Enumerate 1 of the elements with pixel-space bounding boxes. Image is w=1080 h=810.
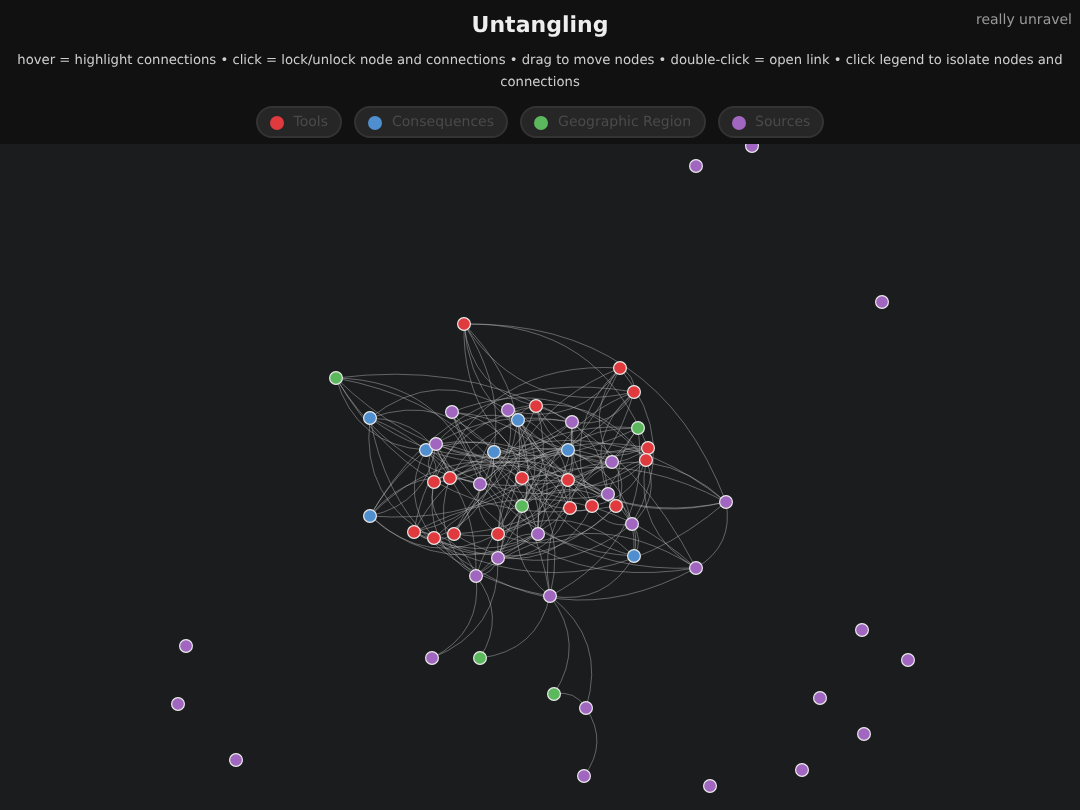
page-title: Untangling [471, 12, 609, 40]
